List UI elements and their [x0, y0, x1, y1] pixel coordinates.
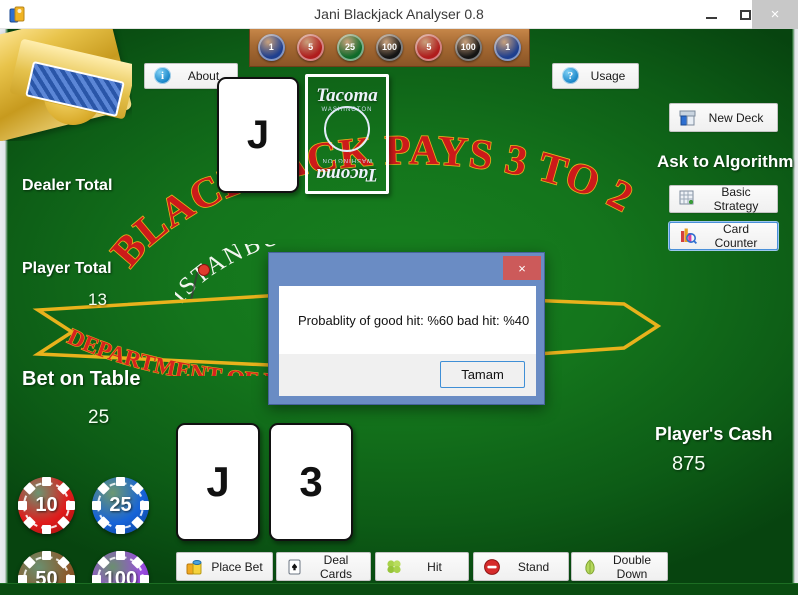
chip-tray-slot: 1	[489, 30, 527, 64]
player-cash-label: Player's Cash	[655, 424, 773, 444]
chip-tray-slot: 5	[291, 30, 329, 64]
card-back-title: Tacoma	[316, 85, 378, 106]
usage-button[interactable]: ? Usage	[552, 63, 639, 89]
player-card-2: 3	[269, 423, 353, 541]
hit-label: Hit	[427, 559, 442, 574]
chip-tray: 1 5 25 100 5 100 1	[249, 29, 530, 67]
tray-chip: 100	[454, 33, 482, 61]
help-icon: ?	[562, 67, 580, 85]
bet-chip-10[interactable]: 10	[18, 477, 75, 534]
dealer-total-label: Dealer Total	[22, 177, 113, 194]
tray-chip: 1	[257, 33, 285, 61]
tray-chip: 1	[494, 33, 522, 61]
tray-chip: 5	[297, 33, 325, 61]
player-cash-value: 875	[672, 453, 706, 475]
stand-label: Stand	[517, 559, 550, 574]
card-back-subtitle: WASHINGTON	[321, 107, 373, 113]
new-deck-label: New Deck	[708, 110, 764, 125]
usage-button-label: Usage	[590, 69, 626, 83]
stop-icon	[483, 558, 501, 576]
leaf-icon	[581, 558, 599, 576]
player-card-2-rank: 3	[299, 458, 323, 505]
chip-value-label: 10	[35, 494, 58, 516]
dealer-card-2-facedown: Tacoma WASHINGTON Tacoma WASHINGTON	[305, 74, 389, 194]
ask-to-algorithm-label: Ask to Algorithm	[657, 152, 794, 171]
table-grid-icon	[679, 190, 697, 208]
chip-tray-slot: 100	[449, 30, 487, 64]
tray-chip: 100	[375, 33, 403, 61]
probability-dialog: × Probablity of good hit: %60 bad hit: %…	[268, 252, 545, 405]
tray-chip: 25	[336, 33, 364, 61]
dialog-close-button[interactable]: ×	[503, 256, 541, 280]
table-bottom-edge	[0, 583, 798, 595]
player-card-1: J	[176, 423, 260, 541]
chips-icon	[186, 558, 204, 576]
deal-cards-button[interactable]: Deal Cards	[276, 552, 371, 581]
tray-chip: 5	[415, 33, 443, 61]
card-back-title-inverted: Tacoma	[316, 164, 378, 185]
basic-strategy-label: Basic Strategy	[713, 185, 759, 213]
bet-on-table-label: Bet on Table	[22, 368, 141, 390]
chip-value-label: 25	[109, 494, 132, 516]
clover-icon	[385, 558, 403, 576]
hit-button[interactable]: Hit	[375, 552, 469, 581]
chip-tray-slot: 5	[410, 30, 448, 64]
ribbon-pin-icon	[199, 265, 209, 275]
dialog-footer: Tamam	[279, 354, 536, 396]
basic-strategy-button[interactable]: Basic Strategy	[669, 185, 778, 213]
dialog-ok-button[interactable]: Tamam	[440, 361, 525, 388]
dealer-card-1-rank: J	[246, 112, 270, 157]
dealer-card-1: J	[217, 77, 299, 193]
card-counter-button[interactable]: Card Counter	[669, 222, 778, 250]
new-deck-button[interactable]: New Deck	[669, 103, 778, 132]
player-card-1-rank: J	[206, 458, 230, 505]
double-down-button[interactable]: Double Down	[571, 552, 668, 581]
minimize-button[interactable]	[692, 0, 730, 29]
player-total-label: Player Total	[22, 260, 112, 277]
stand-button[interactable]: Stand	[473, 552, 569, 581]
application-window: Jani Blackjack Analyser 0.8 × BLACKJACK …	[0, 0, 798, 595]
info-icon: i	[154, 67, 172, 85]
deal-cards-label: Deal Cards	[319, 552, 352, 581]
chip-tray-slot: 1	[252, 30, 290, 64]
close-button[interactable]: ×	[752, 0, 798, 29]
card-back-subtitle-inverted: WASHINGTON	[321, 157, 373, 163]
bet-chip-25[interactable]: 25	[92, 477, 149, 534]
player-total-value: 13	[88, 290, 107, 309]
card-shoe-image	[0, 29, 132, 141]
place-bet-button[interactable]: Place Bet	[176, 552, 273, 581]
dialog-message: Probablity of good hit: %60 bad hit: %40	[279, 286, 536, 354]
chart-magnifier-icon	[679, 227, 698, 245]
card-spade-icon	[286, 558, 304, 576]
bet-on-table-value: 25	[88, 407, 110, 428]
chip-tray-slot: 100	[370, 30, 408, 64]
chip-tray-slot: 25	[331, 30, 369, 64]
card-counter-label: Card Counter	[714, 222, 758, 250]
double-down-label: Double Down	[612, 552, 652, 581]
place-bet-label: Place Bet	[211, 559, 263, 574]
window-title: Jani Blackjack Analyser 0.8	[314, 6, 484, 22]
table-right-border	[792, 29, 798, 595]
title-bar: Jani Blackjack Analyser 0.8 ×	[0, 0, 798, 29]
deck-icon	[679, 109, 697, 127]
